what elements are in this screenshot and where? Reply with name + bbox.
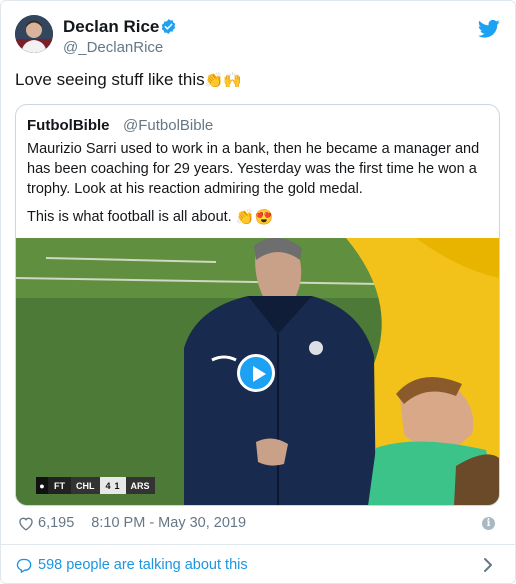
twitter-bird-icon[interactable] <box>478 19 500 39</box>
author-display-name[interactable]: Declan Rice <box>63 17 159 37</box>
info-icon[interactable]: i <box>482 517 495 530</box>
timestamp[interactable]: 8:10 PM - May 30, 2019 <box>91 515 246 531</box>
away-score: 1 <box>114 480 120 491</box>
clapping-hands-emoji: 👏 <box>204 72 224 90</box>
avatar[interactable] <box>15 15 53 53</box>
video-player[interactable]: ● FT CHL 4 1 ARS <box>16 238 499 505</box>
clapping-hands-emoji: 👏 <box>235 208 255 226</box>
author-handle[interactable]: @_DeclanRice <box>63 39 163 56</box>
tweet-text: Love seeing stuff like this👏🙌 <box>15 70 242 90</box>
tweet-card: Declan Rice @_DeclanRice Love seeing stu… <box>0 0 516 584</box>
home-score: 4 <box>105 480 111 491</box>
verified-badge-icon <box>161 19 176 34</box>
quoted-tweet-text-2-body: This is what football is all about. <box>27 209 232 225</box>
tweet-meta: 6,195 8:10 PM - May 30, 2019 <box>18 513 246 533</box>
tweet-text-body: Love seeing stuff like this <box>15 70 205 89</box>
quoted-tweet-name: FutbolBible <box>27 117 110 134</box>
quoted-tweet-text-2: This is what football is all about. 👏😍 <box>27 209 273 225</box>
divider <box>1 544 516 545</box>
match-status: FT <box>48 477 71 494</box>
heart-eyes-emoji: 😍 <box>254 208 274 226</box>
speech-bubble-icon <box>16 558 32 573</box>
score: 4 1 <box>99 477 126 494</box>
competition-logo-icon: ● <box>36 477 48 494</box>
raising-hands-emoji: 🙌 <box>223 72 243 90</box>
heart-icon[interactable] <box>18 516 34 531</box>
play-button[interactable] <box>237 354 275 392</box>
scorebug: ● FT CHL 4 1 ARS <box>36 477 155 494</box>
home-team: CHL <box>71 477 100 494</box>
like-count[interactable]: 6,195 <box>38 515 74 531</box>
chevron-right-icon[interactable] <box>483 557 493 573</box>
conversation-link-label: 598 people are talking about this <box>38 557 248 573</box>
away-team: ARS <box>125 477 155 494</box>
quoted-tweet-handle: @FutbolBible <box>123 117 214 134</box>
conversation-link[interactable]: 598 people are talking about this <box>16 555 248 575</box>
quoted-tweet[interactable]: FutbolBible @FutbolBible Maurizio Sarri … <box>15 104 500 506</box>
avatar-photo <box>15 15 53 53</box>
quoted-tweet-text: Maurizio Sarri used to work in a bank, t… <box>27 141 480 197</box>
